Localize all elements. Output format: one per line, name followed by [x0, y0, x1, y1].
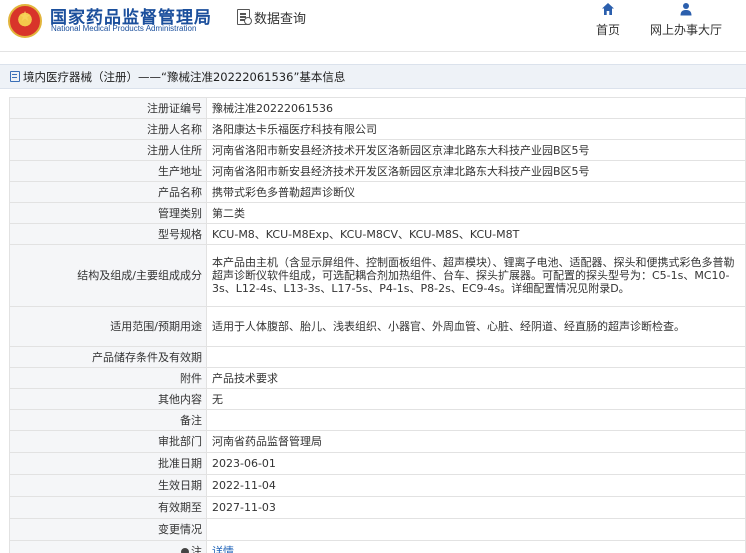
document-search-icon	[237, 9, 252, 25]
field-label: 注册人住所	[9, 139, 207, 161]
table-row: 批准日期 2023-06-01	[9, 452, 746, 475]
table-row: 备注	[9, 409, 746, 431]
field-value: 2022-11-04	[206, 474, 746, 497]
table-row: 有效期至 2027-11-03	[9, 496, 746, 519]
field-label: 注册人名称	[9, 118, 207, 140]
field-label: 注	[191, 545, 202, 553]
field-value: 适用于人体腹部、胎儿、浅表组织、小器官、外周血管、心脏、经阴道、经直肠的超声诊断…	[206, 306, 746, 347]
home-icon	[600, 2, 616, 18]
user-icon	[678, 2, 694, 18]
table-row: 结构及组成/主要组成成分 本产品由主机（含显示屏组件、控制面板组件、超声模块）、…	[9, 244, 746, 307]
table-row: 注册证编号 豫械注准20222061536	[9, 97, 746, 119]
field-value: 豫械注准20222061536	[206, 97, 746, 119]
table-row: 型号规格 KCU-M8、KCU-M8Exp、KCU-M8CV、KCU-M8S、K…	[9, 223, 746, 245]
field-value: 河南省洛阳市新安县经济技术开发区洛新园区京津北路东大科技产业园B区5号	[206, 160, 746, 182]
org-name-en: National Medical Products Administration	[51, 24, 197, 33]
note-label-cell: 注	[9, 540, 207, 553]
field-label: 批准日期	[9, 452, 207, 475]
field-label: 备注	[9, 409, 207, 431]
field-value: 携带式彩色多普勒超声诊断仪	[206, 181, 746, 203]
table-row: 产品储存条件及有效期	[9, 346, 746, 368]
nav-home-label: 首页	[596, 23, 621, 37]
nav-home[interactable]: 首页	[596, 2, 620, 38]
field-value: 2023-06-01	[206, 452, 746, 475]
field-value: 河南省洛阳市新安县经济技术开发区洛新园区京津北路东大科技产业园B区5号	[206, 139, 746, 161]
field-label: 其他内容	[9, 388, 207, 410]
breadcrumb-text: 境内医疗器械（注册）——“豫械注准20222061536”基本信息	[23, 69, 346, 84]
field-label: 有效期至	[9, 496, 207, 519]
details-link[interactable]: 详情	[212, 545, 234, 553]
field-label: 结构及组成/主要组成成分	[9, 244, 207, 307]
field-label: 管理类别	[9, 202, 207, 224]
field-value: KCU-M8、KCU-M8Exp、KCU-M8CV、KCU-M8S、KCU-M8…	[206, 223, 746, 245]
field-value	[206, 518, 746, 541]
field-label: 附件	[9, 367, 207, 389]
field-label: 审批部门	[9, 430, 207, 453]
pin-icon	[179, 546, 191, 553]
table-row: 审批部门 河南省药品监督管理局	[9, 430, 746, 453]
field-value: 详情	[206, 540, 746, 553]
field-value: 本产品由主机（含显示屏组件、控制面板组件、超声模块）、锂离子电池、适配器、探头和…	[206, 244, 746, 307]
table-row: 注册人住所 河南省洛阳市新安县经济技术开发区洛新园区京津北路东大科技产业园B区5…	[9, 139, 746, 161]
field-value: 无	[206, 388, 746, 410]
table-row: 生产地址 河南省洛阳市新安县经济技术开发区洛新园区京津北路东大科技产业园B区5号	[9, 160, 746, 182]
national-emblem-icon	[8, 4, 42, 38]
nav-online-hall[interactable]: 网上办事大厅	[650, 2, 722, 38]
document-icon	[10, 71, 20, 82]
nav-online-hall-label: 网上办事大厅	[650, 23, 723, 37]
field-label: 产品名称	[9, 181, 207, 203]
field-label: 生产地址	[9, 160, 207, 182]
field-value: 河南省药品监督管理局	[206, 430, 746, 453]
table-row: 变更情况	[9, 518, 746, 541]
table-row: 其他内容 无	[9, 388, 746, 410]
field-value: 第二类	[206, 202, 746, 224]
table-row: 附件 产品技术要求	[9, 367, 746, 389]
field-value: 2027-11-03	[206, 496, 746, 519]
field-value: 产品技术要求	[206, 367, 746, 389]
field-label: 注册证编号	[9, 97, 207, 119]
table-row: 生效日期 2022-11-04	[9, 474, 746, 497]
table-row: 适用范围/预期用途 适用于人体腹部、胎儿、浅表组织、小器官、外周血管、心脏、经阴…	[9, 306, 746, 347]
data-query-link[interactable]: 数据查询	[237, 7, 306, 27]
field-label: 变更情况	[9, 518, 207, 541]
field-label: 产品储存条件及有效期	[9, 346, 207, 368]
table-row: 管理类别 第二类	[9, 202, 746, 224]
table-row: 注 详情	[9, 540, 746, 553]
field-value	[206, 346, 746, 368]
site-header: 国家药品监督管理局 National Medical Products Admi…	[0, 0, 746, 52]
field-label: 适用范围/预期用途	[9, 306, 207, 347]
field-label: 生效日期	[9, 474, 207, 497]
registration-details-table: 注册证编号 豫械注准20222061536 注册人名称 洛阳康达卡乐福医疗科技有…	[9, 97, 746, 553]
field-value	[206, 409, 746, 431]
breadcrumb: 境内医疗器械（注册）——“豫械注准20222061536”基本信息	[0, 64, 746, 89]
table-row: 产品名称 携带式彩色多普勒超声诊断仪	[9, 181, 746, 203]
data-query-label: 数据查询	[254, 11, 307, 27]
table-row: 注册人名称 洛阳康达卡乐福医疗科技有限公司	[9, 118, 746, 140]
field-value: 洛阳康达卡乐福医疗科技有限公司	[206, 118, 746, 140]
field-label: 型号规格	[9, 223, 207, 245]
